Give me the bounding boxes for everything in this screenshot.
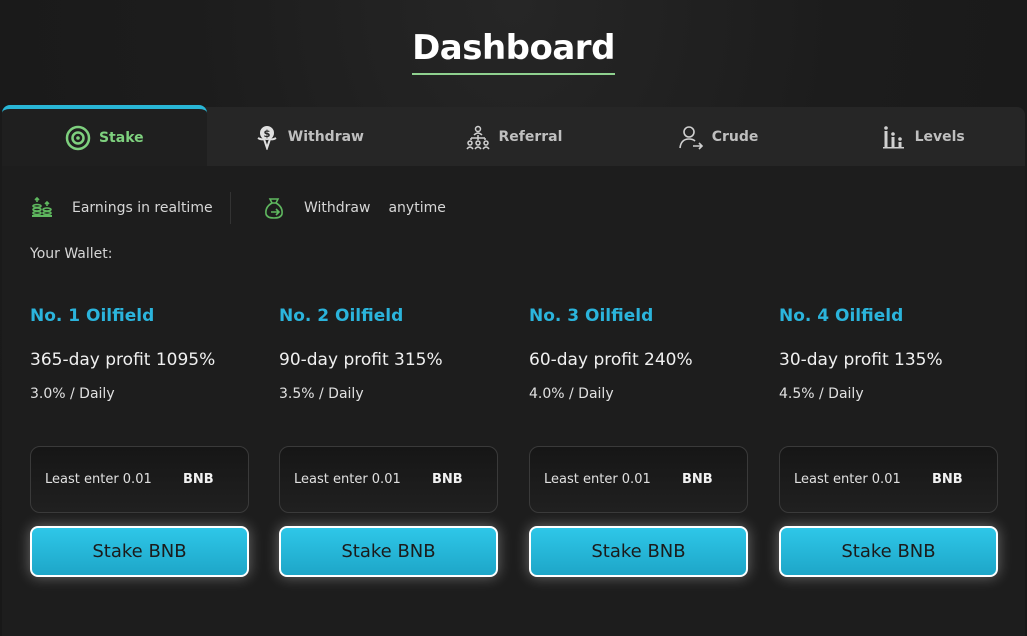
stake-button[interactable]: Stake BNB — [529, 526, 748, 577]
tab-withdraw[interactable]: $ Withdraw — [207, 107, 412, 166]
tab-label: Referral — [498, 128, 563, 145]
feature-earnings: Earnings in realtime — [30, 196, 213, 220]
tab-label: Withdraw — [287, 128, 364, 145]
oilfield-daily-rate: 3.0% / Daily — [30, 386, 115, 402]
tab-crude[interactable]: Crude — [616, 107, 821, 166]
amount-input[interactable] — [544, 472, 674, 487]
amount-input[interactable] — [45, 472, 175, 487]
oilfield-card-1: No. 1 Oilfield 365-day profit 1095% 3.0%… — [30, 306, 250, 577]
wallet-label: Your Wallet: — [30, 246, 113, 262]
page-title: Dashboard — [412, 28, 615, 75]
levels-icon — [882, 125, 904, 148]
tab-bar: Stake $ Withdraw Referral Crude Levels — [2, 105, 1025, 166]
currency-unit: BNB — [183, 472, 214, 487]
money-bag-icon — [265, 198, 283, 219]
feature-divider — [230, 192, 231, 224]
tab-referral[interactable]: Referral — [411, 107, 616, 166]
stake-icon — [65, 125, 91, 150]
oilfield-card-2: No. 2 Oilfield 90-day profit 315% 3.5% /… — [279, 306, 499, 577]
amount-input-box: BNB — [279, 446, 498, 513]
feature-withdraw-label: Withdraw — [304, 200, 371, 216]
oilfield-card-3: No. 3 Oilfield 60-day profit 240% 4.0% /… — [529, 306, 749, 577]
stake-panel: Earnings in realtime Withdraw anytime Yo… — [2, 166, 1025, 636]
oilfield-profit: 90-day profit 315% — [279, 350, 443, 370]
oilfield-daily-rate: 3.5% / Daily — [279, 386, 364, 402]
tab-label: Levels — [914, 128, 965, 145]
stake-button[interactable]: Stake BNB — [30, 526, 249, 577]
amount-input-box: BNB — [529, 446, 748, 513]
withdraw-icon: $ — [257, 125, 277, 150]
oilfield-profit: 30-day profit 135% — [779, 350, 943, 370]
coins-icon — [32, 196, 52, 217]
feature-earnings-label: Earnings in realtime — [72, 200, 213, 216]
currency-unit: BNB — [932, 472, 963, 487]
currency-unit: BNB — [432, 472, 463, 487]
feature-withdraw: Withdraw anytime — [262, 196, 446, 220]
oilfield-title: No. 4 Oilfield — [779, 306, 904, 326]
oilfield-profit: 60-day profit 240% — [529, 350, 693, 370]
oilfield-title: No. 2 Oilfield — [279, 306, 404, 326]
oilfield-daily-rate: 4.0% / Daily — [529, 386, 614, 402]
oilfield-daily-rate: 4.5% / Daily — [779, 386, 864, 402]
feature-anytime-label: anytime — [388, 200, 446, 216]
tab-label: Crude — [711, 128, 759, 145]
tab-label: Stake — [98, 129, 144, 146]
amount-input[interactable] — [794, 472, 924, 487]
stake-button[interactable]: Stake BNB — [779, 526, 998, 577]
oilfield-card-4: No. 4 Oilfield 30-day profit 135% 4.5% /… — [779, 306, 999, 577]
amount-input[interactable] — [294, 472, 424, 487]
referral-icon — [465, 125, 490, 149]
amount-input-box: BNB — [779, 446, 998, 513]
stake-button[interactable]: Stake BNB — [279, 526, 498, 577]
amount-input-box: BNB — [30, 446, 249, 513]
currency-unit: BNB — [682, 472, 713, 487]
oilfield-title: No. 1 Oilfield — [30, 306, 155, 326]
crude-icon — [678, 125, 703, 150]
oilfield-title: No. 3 Oilfield — [529, 306, 654, 326]
tab-stake[interactable]: Stake — [2, 105, 207, 166]
oilfield-profit: 365-day profit 1095% — [30, 350, 216, 370]
page-header: Dashboard — [0, 28, 1027, 75]
tab-levels[interactable]: Levels — [820, 107, 1025, 166]
